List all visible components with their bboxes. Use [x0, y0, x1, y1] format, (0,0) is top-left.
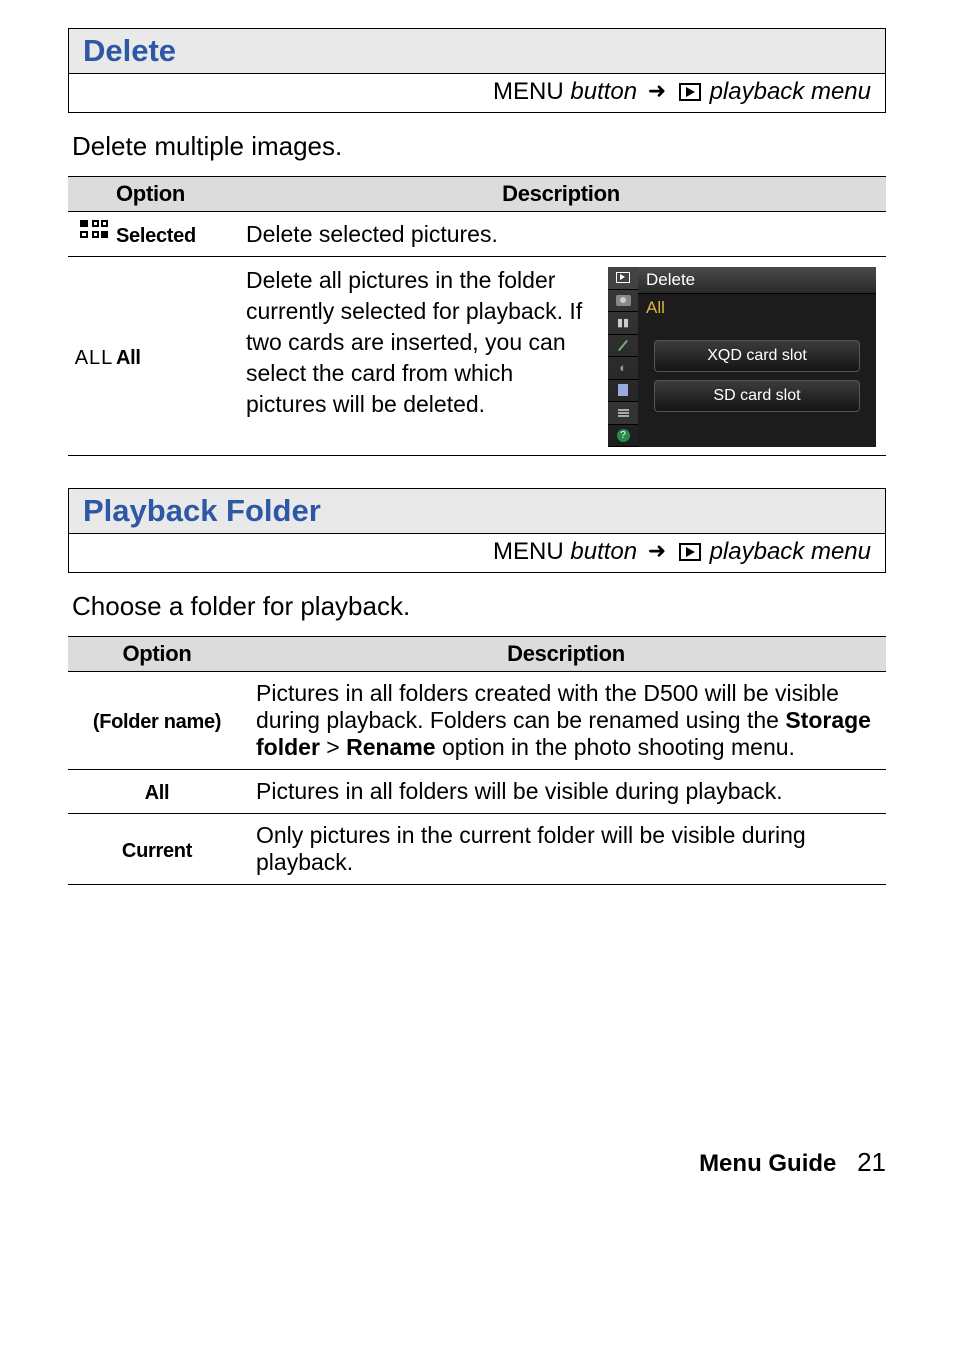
ss-camera-icon — [616, 295, 631, 306]
ss-pencil-icon — [618, 340, 628, 351]
row-current: Current Only pictures in the current fol… — [68, 814, 886, 885]
section-head: Delete MENU button ➜ playback menu — [68, 28, 886, 113]
arrow-icon: ➜ — [644, 78, 670, 103]
th-option: Option — [68, 637, 246, 672]
th-description: Description — [236, 177, 886, 212]
all-desc: Pictures in all folders will be visible … — [246, 770, 886, 814]
selected-desc: Delete selected pictures. — [236, 212, 886, 257]
section-breadcrumb: MENU button ➜ playback menu — [69, 534, 885, 572]
th-option-label: Option — [116, 177, 236, 212]
row-folder-name: (Folder name) Pictures in all folders cr… — [68, 672, 886, 770]
selected-icon — [80, 220, 108, 242]
section-head: Playback Folder MENU button ➜ playback m… — [68, 488, 886, 573]
ss-main: Delete All XQD card slot SD card slot — [638, 267, 876, 447]
ss-xqd-button[interactable]: XQD card slot — [654, 340, 860, 372]
row-all: ALL All Delete all pictures in the folde… — [68, 257, 886, 456]
folder-name-desc: Pictures in all folders created with the… — [246, 672, 886, 770]
menu-name: playback menu — [710, 538, 871, 565]
ss-retouch-icon: ◐ — [619, 360, 627, 375]
section-playback-folder: Playback Folder MENU button ➜ playback m… — [68, 488, 886, 885]
menu-button-text: button — [570, 538, 637, 565]
camera-screenshot: ▮▮ ◐ ? Delete All — [608, 267, 876, 447]
intro-text: Choose a folder for playback. — [72, 591, 882, 622]
page-footer: Menu Guide 21 — [68, 917, 886, 1178]
section-title: Delete — [69, 29, 885, 74]
menu-name: playback menu — [710, 78, 871, 105]
menu-button-text: button — [570, 78, 637, 105]
all-desc: Delete all pictures in the folder curren… — [246, 265, 594, 420]
footer-page: 21 — [843, 1147, 886, 1177]
current-desc: Only pictures in the current folder will… — [246, 814, 886, 885]
ss-title: Delete — [638, 267, 876, 294]
selected-label: Selected — [116, 225, 196, 247]
row-selected: Selected Delete selected pictures. — [68, 212, 886, 257]
delete-table: Option Description Selected Delete s — [68, 176, 886, 456]
menu-label: MENU — [493, 78, 564, 105]
folder-name-label: (Folder name) — [93, 711, 221, 733]
ss-sd-button[interactable]: SD card slot — [654, 380, 860, 412]
ss-card-icon — [618, 384, 628, 396]
th-description: Description — [246, 637, 886, 672]
ss-sidebar: ▮▮ ◐ ? — [608, 267, 638, 447]
row-all: All Pictures in all folders will be visi… — [68, 770, 886, 814]
all-label: All — [116, 347, 141, 369]
playback-table: Option Description (Folder name) Picture… — [68, 636, 886, 885]
section-delete: Delete MENU button ➜ playback menu Delet… — [68, 28, 886, 456]
ss-play-icon — [616, 272, 630, 283]
all-icon: ALL — [75, 347, 114, 369]
ss-list-icon — [618, 412, 629, 414]
playback-icon — [679, 543, 701, 561]
menu-label: MENU — [493, 538, 564, 565]
section-title: Playback Folder — [69, 489, 885, 534]
intro-text: Delete multiple images. — [72, 131, 882, 162]
ss-help-icon: ? — [617, 429, 630, 442]
ss-sub: All — [638, 294, 876, 322]
ss-video-icon: ▮▮ — [608, 312, 638, 335]
section-breadcrumb: MENU button ➜ playback menu — [69, 74, 885, 112]
th-option — [68, 177, 116, 212]
footer-label: Menu Guide — [699, 1150, 836, 1177]
arrow-icon: ➜ — [644, 538, 670, 563]
all-label: All — [145, 782, 170, 804]
current-label: Current — [122, 840, 192, 862]
playback-icon — [679, 83, 701, 101]
